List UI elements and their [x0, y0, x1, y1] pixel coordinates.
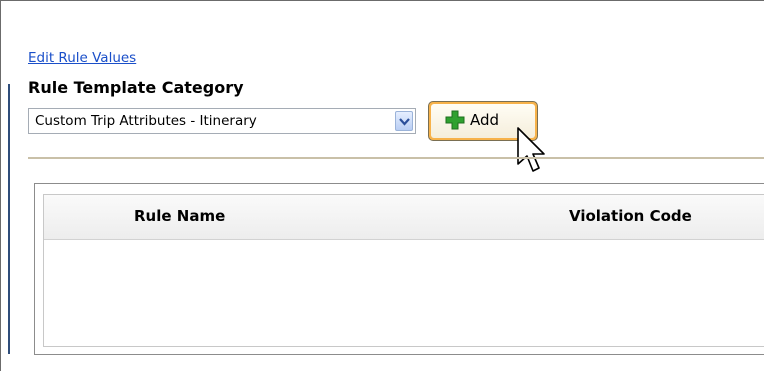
rule-template-category-label: Rule Template Category	[28, 78, 244, 97]
left-edge-strip	[8, 84, 10, 354]
rule-template-category-select[interactable]: Custom Trip Attributes - Itinerary	[28, 108, 416, 134]
column-header-rule-name[interactable]: Rule Name	[134, 207, 225, 225]
add-button-label: Add	[470, 111, 500, 129]
column-header-violation-code[interactable]: Violation Code	[569, 207, 692, 225]
dropdown-arrow-button[interactable]	[395, 111, 413, 131]
chevron-down-icon	[399, 118, 410, 126]
section-divider	[28, 157, 764, 159]
mouse-pointer-icon	[517, 127, 545, 172]
rule-template-category-value: Custom Trip Attributes - Itinerary	[35, 113, 257, 129]
rules-grid: Rule Name Violation Code	[34, 183, 764, 355]
table-header: Rule Name Violation Code	[44, 195, 764, 240]
edit-rule-values-link[interactable]: Edit Rule Values	[28, 50, 136, 66]
rules-table: Rule Name Violation Code	[43, 194, 764, 347]
plus-icon	[445, 110, 465, 130]
